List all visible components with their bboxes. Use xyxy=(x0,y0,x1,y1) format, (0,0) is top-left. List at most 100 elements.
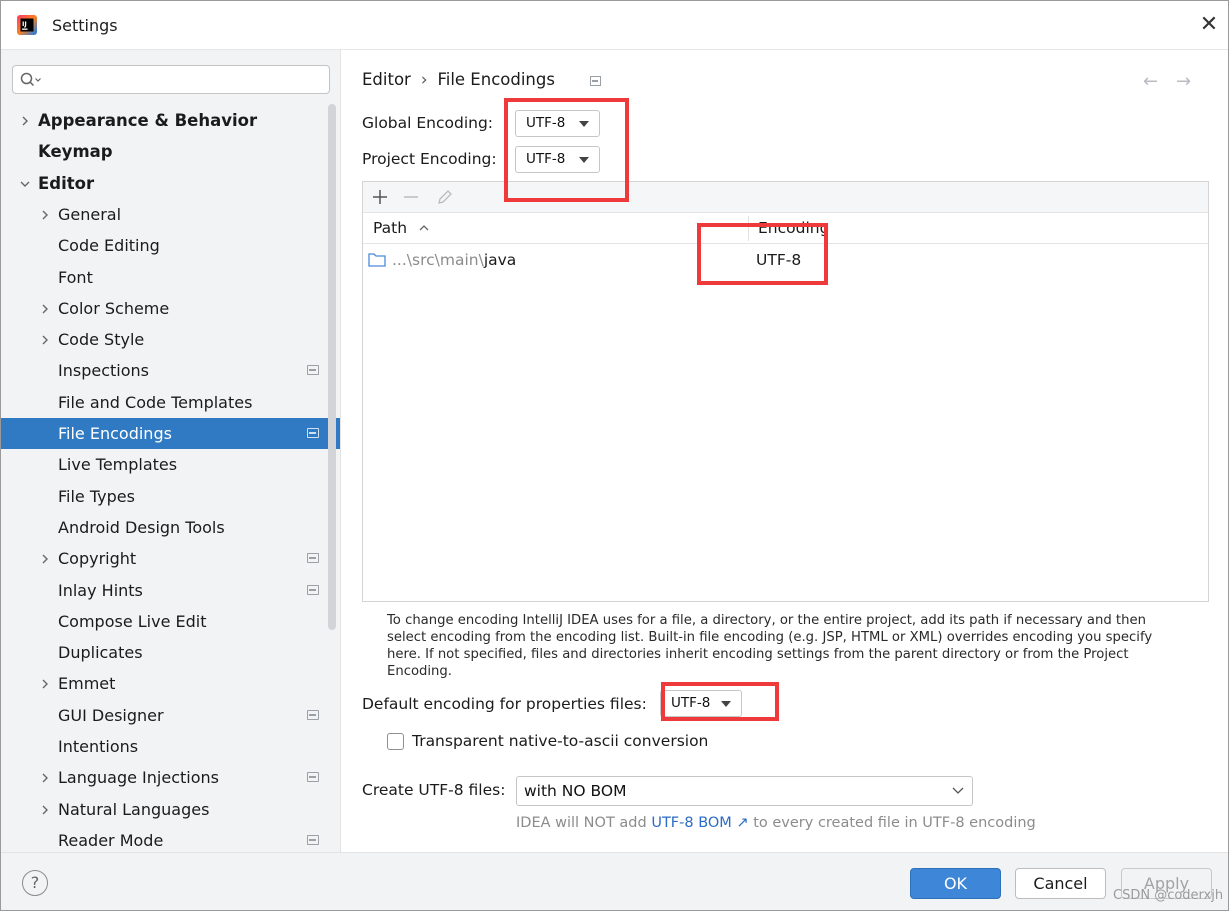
native-to-ascii-checkbox[interactable] xyxy=(387,733,404,750)
sidebar-item-label: Font xyxy=(58,268,93,287)
project-icon xyxy=(307,365,319,375)
chevron-right-icon[interactable] xyxy=(39,543,53,574)
sidebar-item-label: Compose Live Edit xyxy=(58,612,207,631)
sidebar-item[interactable]: Duplicates xyxy=(1,637,340,668)
sidebar-item-label: Keymap xyxy=(38,142,113,161)
sidebar-item[interactable]: Emmet xyxy=(1,668,340,699)
window-title: Settings xyxy=(52,16,118,35)
forward-arrow-icon[interactable]: → xyxy=(1176,71,1191,92)
column-header-path[interactable]: Path xyxy=(373,213,430,244)
search-input[interactable] xyxy=(12,65,330,94)
sidebar-item[interactable]: Reader Mode xyxy=(1,825,340,852)
sidebar-item[interactable]: GUI Designer xyxy=(1,700,340,731)
sidebar-item-label: Color Scheme xyxy=(58,299,170,318)
highlight-box-row-encoding xyxy=(697,223,828,285)
intellij-logo-icon: IJ xyxy=(17,15,37,35)
chevron-down-icon xyxy=(952,787,964,794)
chevron-right-icon[interactable] xyxy=(39,293,53,324)
sidebar-item[interactable]: Compose Live Edit xyxy=(1,606,340,637)
sidebar-item[interactable]: Keymap xyxy=(1,136,340,167)
back-arrow-icon[interactable]: ← xyxy=(1143,71,1158,92)
add-icon[interactable] xyxy=(369,186,391,208)
sidebar-item-label: Emmet xyxy=(58,674,116,693)
column-path-label: Path xyxy=(373,219,408,237)
edit-icon[interactable] xyxy=(434,186,456,208)
sidebar-item[interactable]: Inspections xyxy=(1,355,340,386)
create-utf8-label: Create UTF-8 files: xyxy=(362,781,506,799)
sidebar-item[interactable]: General xyxy=(1,199,340,230)
close-icon[interactable]: ✕ xyxy=(1197,13,1221,37)
highlight-box-properties xyxy=(661,682,779,721)
chevron-down-icon[interactable] xyxy=(19,168,33,199)
sidebar-item-label: Inspections xyxy=(58,361,149,380)
sidebar-item-label: Code Editing xyxy=(58,236,160,255)
sidebar-item-label: File and Code Templates xyxy=(58,393,253,412)
breadcrumb: Editor › File Encodings xyxy=(362,70,555,89)
chevron-right-icon[interactable] xyxy=(19,105,33,136)
sidebar-item[interactable]: Editor xyxy=(1,168,340,199)
sidebar-item[interactable]: Language Injections xyxy=(1,762,340,793)
row-path: ...\src\main\java xyxy=(392,244,516,276)
highlight-box-encodings xyxy=(504,98,629,202)
breadcrumb-current: File Encodings xyxy=(437,70,555,89)
bom-hint-suffix: to every created file in UTF-8 encoding xyxy=(753,815,1036,831)
table-toolbar xyxy=(363,182,1208,213)
chevron-right-icon[interactable] xyxy=(39,324,53,355)
external-link-icon: ↗ xyxy=(736,815,749,831)
chevron-right-icon[interactable] xyxy=(39,794,53,825)
sidebar-item-label: Code Style xyxy=(58,330,145,349)
cancel-button[interactable]: Cancel xyxy=(1015,868,1106,899)
ok-button[interactable]: OK xyxy=(910,868,1001,899)
sidebar-item[interactable]: File Encodings xyxy=(1,418,340,449)
sort-ascending-icon xyxy=(419,225,429,231)
sidebar-item-label: Language Injections xyxy=(58,768,219,787)
settings-content: Editor › File Encodings ← → Global Encodin… xyxy=(342,50,1228,852)
sidebar-item[interactable]: File and Code Templates xyxy=(1,387,340,418)
sidebar-item-label: Live Templates xyxy=(58,455,178,474)
sidebar-item[interactable]: Android Design Tools xyxy=(1,512,340,543)
help-icon[interactable]: ? xyxy=(22,870,48,896)
sidebar-item-label: General xyxy=(58,205,122,224)
sidebar-item-label: Natural Languages xyxy=(58,800,210,819)
sidebar-item-label: File Encodings xyxy=(58,424,172,443)
sidebar-item[interactable]: Color Scheme xyxy=(1,293,340,324)
global-encoding-label: Global Encoding: xyxy=(362,114,494,132)
sidebar-item[interactable]: Natural Languages xyxy=(1,794,340,825)
native-to-ascii-label[interactable]: Transparent native-to-ascii conversion xyxy=(412,732,708,750)
bom-hint: IDEA will NOT add UTF-8 BOM ↗ to every c… xyxy=(516,815,1036,831)
remove-icon[interactable] xyxy=(400,186,422,208)
project-icon xyxy=(307,710,319,720)
sidebar-item[interactable]: Appearance & Behavior xyxy=(1,105,340,136)
encoding-help-note: To change encoding IntelliJ IDEA uses fo… xyxy=(387,613,1153,679)
svg-text:IJ: IJ xyxy=(22,20,27,28)
settings-sidebar: Appearance & Behavior Keymap Editor General… xyxy=(1,50,341,852)
utf8-bom-link[interactable]: UTF-8 BOM xyxy=(651,815,732,831)
sidebar-item[interactable]: Inlay Hints xyxy=(1,575,340,606)
sidebar-item[interactable]: Code Style xyxy=(1,324,340,355)
create-utf8-value: with NO BOM xyxy=(524,782,627,800)
breadcrumb-separator: › xyxy=(420,70,428,89)
chevron-right-icon[interactable] xyxy=(39,762,53,793)
chevron-right-icon[interactable] xyxy=(39,668,53,699)
project-encoding-label: Project Encoding: xyxy=(362,150,497,168)
sidebar-scrollbar[interactable] xyxy=(328,104,336,630)
row-path-prefix: ...\src\main\ xyxy=(392,251,484,269)
sidebar-item[interactable]: Intentions xyxy=(1,731,340,762)
project-icon xyxy=(307,428,319,438)
sidebar-item-label: Editor xyxy=(38,174,95,193)
sidebar-item-label: Intentions xyxy=(58,737,139,756)
sidebar-item[interactable]: Code Editing xyxy=(1,230,340,261)
sidebar-item[interactable]: Live Templates xyxy=(1,449,340,480)
title-bar: IJ Settings ✕ xyxy=(1,1,1228,50)
sidebar-item[interactable]: Copyright xyxy=(1,543,340,574)
dialog-footer: ? OK Cancel Apply CSDN @coderxjh xyxy=(1,852,1228,910)
sidebar-item[interactable]: Font xyxy=(1,262,340,293)
project-icon xyxy=(307,772,319,782)
breadcrumb-parent[interactable]: Editor xyxy=(362,70,411,89)
chevron-right-icon[interactable] xyxy=(39,199,53,230)
sidebar-item-label: File Types xyxy=(58,487,135,506)
create-utf8-select[interactable]: with NO BOM xyxy=(516,776,973,806)
sidebar-item[interactable]: File Types xyxy=(1,481,340,512)
project-icon xyxy=(307,585,319,595)
sidebar-item-label: Android Design Tools xyxy=(58,518,225,537)
